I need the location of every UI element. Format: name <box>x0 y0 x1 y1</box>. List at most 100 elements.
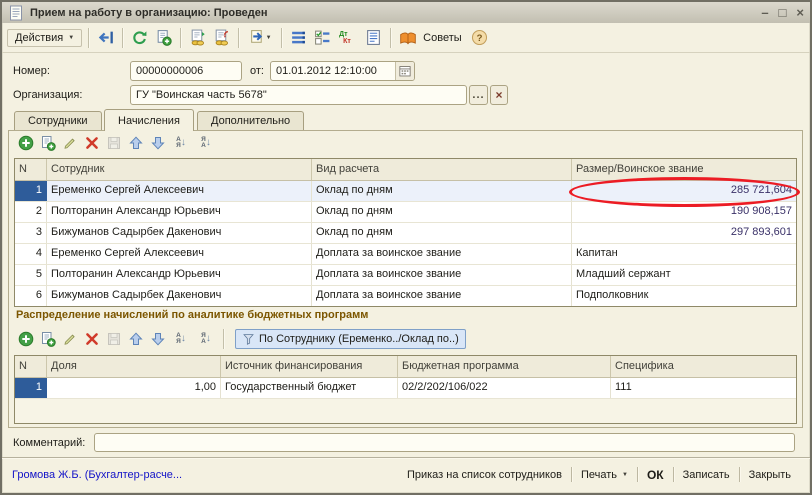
toolbar-separator <box>390 28 391 48</box>
tab-label: Сотрудники <box>28 115 88 127</box>
add-copy-icon[interactable] <box>38 133 57 153</box>
calendar-icon[interactable] <box>395 62 414 80</box>
organization-field[interactable]: ГУ "Воинская часть 5678" <box>130 85 467 105</box>
column-header-source[interactable]: Источник финансирования <box>221 356 398 377</box>
table-row[interactable]: 6 Бижуманов Садырбек Дакенович Доплата з… <box>15 286 796 306</box>
save-close-icon[interactable] <box>95 27 116 48</box>
sort-desc-icon[interactable]: ЯА ↓ <box>195 329 217 349</box>
column-header-value[interactable]: Размер/Воинское звание <box>572 159 796 180</box>
maximize-icon[interactable]: □ <box>779 6 787 20</box>
unpost-document-icon[interactable] <box>211 27 232 48</box>
move-up-icon[interactable] <box>126 329 145 349</box>
move-down-icon[interactable] <box>148 329 167 349</box>
add-icon[interactable] <box>16 329 35 349</box>
tab-accruals[interactable]: Начисления <box>104 109 194 131</box>
cell-calc-type[interactable]: Доплата за воинское звание <box>312 244 572 264</box>
cell-employee[interactable]: Бижуманов Садырбек Дакенович <box>47 286 312 306</box>
sort-arrow: ↓ <box>181 334 186 344</box>
go-to-icon[interactable]: ▼ <box>245 27 275 48</box>
save-button[interactable]: Записать <box>674 469 739 481</box>
cell-specifics[interactable]: 111 <box>611 378 796 398</box>
sort-desc-icon[interactable]: ЯА ↓ <box>195 133 217 153</box>
table-row[interactable]: 5 Полторанин Александр Юрьевич Доплата з… <box>15 265 796 286</box>
help-icon[interactable]: ? <box>469 27 490 48</box>
cell-value[interactable]: 297 893,601 <box>572 223 796 243</box>
ok-button[interactable]: ОК <box>638 468 673 482</box>
table-empty-area <box>15 399 796 423</box>
move-up-icon[interactable] <box>126 133 145 153</box>
edit-icon[interactable] <box>60 133 79 153</box>
filter-by-employee-button[interactable]: По Сотруднику (Еременко../Оклад по..) <box>235 329 466 349</box>
sort-asc-icon[interactable]: АЯ ↓ <box>170 133 192 153</box>
add-copy-icon[interactable] <box>38 329 57 349</box>
tab-label: Начисления <box>118 115 180 127</box>
cell-value[interactable]: 190 908,157 <box>572 202 796 222</box>
debit-credit-icon[interactable]: Дт Кт <box>336 27 360 48</box>
cell-calc-type[interactable]: Доплата за воинское звание <box>312 265 572 285</box>
move-down-icon[interactable] <box>148 133 167 153</box>
cell-share[interactable]: 1,00 <box>47 378 221 398</box>
copy-icon[interactable] <box>153 27 174 48</box>
print-button[interactable]: Печать ▼ <box>572 469 637 481</box>
cell-rank[interactable]: Капитан <box>572 244 796 264</box>
cell-employee[interactable]: Бижуманов Садырбек Дакенович <box>47 223 312 243</box>
cell-calc-type[interactable]: Оклад по дням <box>312 223 572 243</box>
cell-rank[interactable]: Подполковник <box>572 286 796 306</box>
column-header-employee[interactable]: Сотрудник <box>47 159 312 180</box>
column-header-program[interactable]: Бюджетная программа <box>398 356 611 377</box>
cell-calc-type[interactable]: Оклад по дням <box>312 202 572 222</box>
minimize-icon[interactable]: – <box>761 6 768 20</box>
delete-icon[interactable] <box>82 329 101 349</box>
actions-button[interactable]: Действия ▼ <box>7 29 82 47</box>
tips-icon[interactable] <box>397 27 418 48</box>
cell-value[interactable]: 285 721,604 <box>572 181 796 201</box>
table-row[interactable]: 4 Еременко Сергей Алексеевич Доплата за … <box>15 244 796 265</box>
column-header-calc-type[interactable]: Вид расчета <box>312 159 572 180</box>
table-row[interactable]: 1 Еременко Сергей Алексеевич Оклад по дн… <box>15 181 796 202</box>
column-header-specifics[interactable]: Специфика <box>611 356 796 377</box>
order-list-button-label: Приказ на список сотрудников <box>407 469 562 481</box>
tab-employees[interactable]: Сотрудники <box>14 111 102 130</box>
post-document-icon[interactable] <box>187 27 208 48</box>
tips-label[interactable]: Советы <box>423 32 461 44</box>
list-settings-icon[interactable] <box>288 27 309 48</box>
date-field[interactable]: 01.01.2012 12:10:00 <box>270 61 415 81</box>
tab-additional[interactable]: Дополнительно <box>197 111 304 130</box>
sort-asc-icon[interactable]: АЯ ↓ <box>170 329 192 349</box>
organization-select-button[interactable]: ... <box>469 85 488 105</box>
table-row[interactable]: 2 Полторанин Александр Юрьевич Оклад по … <box>15 202 796 223</box>
add-icon[interactable] <box>16 133 35 153</box>
table-row[interactable]: 3 Бижуманов Садырбек Дакенович Оклад по … <box>15 223 796 244</box>
document-icon <box>8 5 24 21</box>
column-header-n[interactable]: N <box>15 356 47 377</box>
cell-program[interactable]: 02/2/202/106/022 <box>398 378 611 398</box>
edit-icon[interactable] <box>60 329 79 349</box>
table-row[interactable]: 1 1,00 Государственный бюджет 02/2/202/1… <box>15 378 796 399</box>
refresh-icon[interactable] <box>129 27 150 48</box>
number-field[interactable]: 00000000006 <box>130 61 242 81</box>
tab-label: Дополнительно <box>211 115 290 127</box>
close-button[interactable]: Закрыть <box>740 469 800 481</box>
cell-calc-type[interactable]: Доплата за воинское звание <box>312 286 572 306</box>
cell-calc-type[interactable]: Оклад по дням <box>312 181 572 201</box>
cell-employee[interactable]: Еременко Сергей Алексеевич <box>47 244 312 264</box>
report-icon[interactable] <box>363 27 384 48</box>
cell-rank[interactable]: Младший сержант <box>572 265 796 285</box>
column-header-share[interactable]: Доля <box>47 356 221 377</box>
print-button-label: Печать <box>581 469 617 481</box>
filter-button-label: По Сотруднику (Еременко../Оклад по..) <box>259 333 459 345</box>
chevron-down-icon: ▼ <box>68 35 74 41</box>
cell-employee[interactable]: Полторанин Александр Юрьевич <box>47 265 312 285</box>
comment-input[interactable] <box>94 433 795 452</box>
column-header-n[interactable]: N <box>15 159 47 180</box>
order-list-button[interactable]: Приказ на список сотрудников <box>398 469 571 481</box>
organization-clear-button[interactable]: × <box>490 85 508 105</box>
accruals-table-header: N Сотрудник Вид расчета Размер/Воинское … <box>15 159 796 181</box>
cell-employee[interactable]: Еременко Сергей Алексеевич <box>47 181 312 201</box>
close-icon[interactable]: × <box>796 6 804 20</box>
cell-employee[interactable]: Полторанин Александр Юрьевич <box>47 202 312 222</box>
checkbox-list-icon[interactable] <box>312 27 333 48</box>
main-toolbar: Действия ▼ ▼ <box>2 23 810 53</box>
delete-icon[interactable] <box>82 133 101 153</box>
cell-source[interactable]: Государственный бюджет <box>221 378 398 398</box>
